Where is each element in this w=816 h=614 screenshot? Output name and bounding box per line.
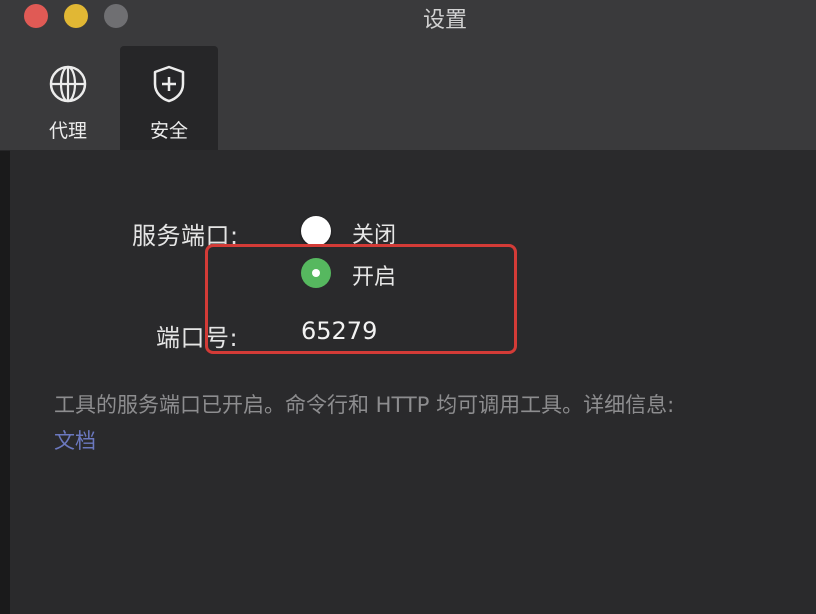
zoom-window-button[interactable] [104, 4, 128, 28]
tab-security[interactable]: 安全 [120, 46, 218, 150]
security-settings-panel: 服务端口: 关闭 开启 端口号: 65279 工具的服务端口已开启。命令行和 H… [10, 150, 816, 614]
title-bar: 设置 [0, 0, 816, 36]
tab-security-label: 安全 [149, 120, 188, 142]
tab-proxy[interactable]: 代理 [19, 46, 117, 150]
settings-window: 设置 代理 安全 服务端口: 关闭 开启 端口号: 65279 工具的服务端口已… [0, 0, 816, 614]
globe-icon [49, 65, 87, 103]
minimize-window-button[interactable] [64, 4, 88, 28]
documentation-link[interactable]: 文档 [54, 425, 96, 455]
radio-off[interactable] [301, 216, 331, 246]
tab-proxy-label: 代理 [48, 120, 87, 142]
shield-plus-icon [153, 65, 185, 103]
service-info-text: 工具的服务端口已开启。命令行和 HTTP 均可调用工具。详细信息: [54, 393, 675, 417]
close-window-button[interactable] [24, 4, 48, 28]
highlight-box [205, 244, 517, 354]
settings-toolbar: 代理 安全 [0, 36, 816, 151]
